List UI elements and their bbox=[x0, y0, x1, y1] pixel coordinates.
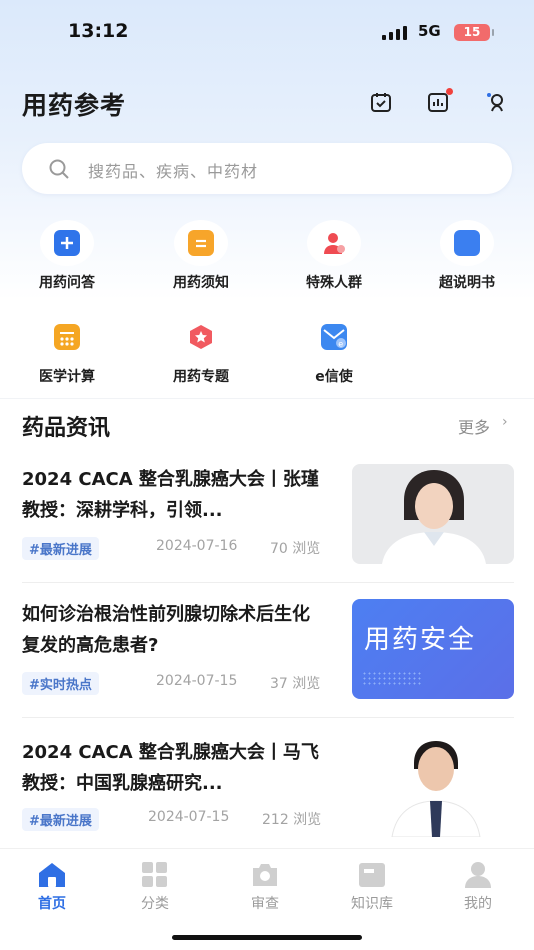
news-title: 2024 CACA 整合乳腺癌大会丨马飞教授：中国乳腺癌研究... bbox=[22, 742, 319, 794]
calendar-check-icon[interactable] bbox=[369, 90, 393, 114]
thumbnail-text: 用药安全 bbox=[364, 625, 477, 655]
section-title: 药品资讯 bbox=[22, 416, 111, 441]
grid-item-topic[interactable]: 用药专题 bbox=[146, 314, 256, 385]
topic-icon bbox=[188, 324, 214, 350]
decor-dots bbox=[362, 671, 422, 685]
grid-item-medication-qa[interactable]: 用药问答 bbox=[12, 220, 122, 291]
tab-label: 知识库 bbox=[351, 896, 393, 912]
grid-label: e信使 bbox=[315, 369, 353, 385]
news-title: 如何诊治根治性前列腺切除术后生化复发的高危患者? bbox=[22, 604, 310, 656]
chevron-right-icon: › bbox=[502, 414, 508, 430]
grid-item-medication-notice[interactable]: 用药须知 bbox=[146, 220, 256, 291]
tab-category[interactable]: 分类 bbox=[115, 861, 195, 913]
grid-label: 医学计算 bbox=[39, 369, 95, 385]
grid-label: 用药问答 bbox=[39, 275, 95, 291]
status-bar: 13:12 5G 15 bbox=[0, 0, 534, 64]
grid-item-e-messenger[interactable]: e e信使 bbox=[279, 314, 389, 385]
user-settings-icon[interactable] bbox=[484, 90, 508, 114]
news-item[interactable]: 2024 CACA 整合乳腺癌大会丨张瑾教授：深耕学科，引领... #最新进展 … bbox=[22, 464, 514, 582]
camera-icon bbox=[250, 861, 280, 889]
news-thumbnail[interactable] bbox=[352, 737, 514, 837]
news-date: 2024-07-16 bbox=[156, 538, 238, 554]
news-views: 212 浏览 bbox=[262, 812, 322, 828]
home-indicator bbox=[172, 935, 362, 940]
search-bar[interactable]: 搜药品、疾病、中药材 bbox=[22, 143, 512, 194]
grid-label: 超说明书 bbox=[439, 275, 495, 291]
search-icon bbox=[49, 159, 69, 179]
profile-icon bbox=[463, 861, 493, 889]
tab-label: 分类 bbox=[141, 896, 169, 912]
battery-icon: 15 bbox=[454, 24, 494, 41]
home-icon bbox=[37, 861, 67, 889]
divider bbox=[0, 398, 534, 399]
news-item[interactable]: 如何诊治根治性前列腺切除术后生化复发的高危患者? #实时热点 2024-07-1… bbox=[22, 599, 514, 717]
special-group-icon bbox=[321, 230, 347, 256]
news-views: 37 浏览 bbox=[270, 676, 321, 692]
category-icon bbox=[140, 861, 170, 889]
grid-item-special-group[interactable]: 特殊人群 bbox=[279, 220, 389, 291]
tab-label: 审查 bbox=[251, 896, 279, 912]
signal-icon bbox=[382, 26, 408, 40]
status-time: 13:12 bbox=[68, 20, 129, 42]
knowledge-icon bbox=[357, 861, 387, 889]
battery-level: 15 bbox=[463, 25, 481, 39]
news-item[interactable]: 2024 CACA 整合乳腺癌大会丨马飞教授：中国乳腺癌研究... #最新进展 … bbox=[22, 737, 514, 855]
news-thumbnail[interactable]: 用药安全 bbox=[352, 599, 514, 699]
divider bbox=[22, 582, 514, 583]
grid-label: 用药须知 bbox=[173, 275, 229, 291]
grid-item-off-label[interactable]: 超说明书 bbox=[412, 220, 522, 291]
news-title: 2024 CACA 整合乳腺癌大会丨张瑾教授：深耕学科，引领... bbox=[22, 469, 319, 521]
chart-icon[interactable] bbox=[426, 88, 453, 114]
news-tag[interactable]: #最新进展 bbox=[22, 808, 99, 831]
network-type: 5G bbox=[418, 22, 441, 40]
tab-review[interactable]: 审查 bbox=[225, 861, 305, 913]
grid-label: 特殊人群 bbox=[306, 275, 362, 291]
news-views: 70 浏览 bbox=[270, 541, 321, 557]
news-date: 2024-07-15 bbox=[148, 809, 230, 825]
medication-qa-icon bbox=[54, 230, 80, 256]
doctor-photo-icon bbox=[391, 741, 481, 837]
notification-dot bbox=[446, 88, 453, 95]
e-messenger-icon: e bbox=[321, 324, 347, 350]
off-label-icon bbox=[454, 230, 480, 256]
page-title: 用药参考 bbox=[22, 91, 127, 120]
grid-item-calculator[interactable]: 医学计算 bbox=[12, 314, 122, 385]
more-link[interactable]: 更多 bbox=[458, 414, 490, 438]
search-input[interactable]: 搜药品、疾病、中药材 bbox=[88, 158, 258, 182]
tab-label: 我的 bbox=[464, 896, 492, 912]
calculator-icon bbox=[54, 324, 80, 350]
medication-notice-icon bbox=[188, 230, 214, 256]
divider bbox=[22, 717, 514, 718]
news-thumbnail[interactable] bbox=[352, 464, 514, 564]
app-header: 用药参考 bbox=[0, 78, 534, 130]
tab-label: 首页 bbox=[38, 896, 66, 912]
news-tag[interactable]: #实时热点 bbox=[22, 672, 99, 695]
grid-label: 用药专题 bbox=[173, 369, 229, 385]
doctor-photo-icon bbox=[382, 470, 486, 564]
svg-text:e: e bbox=[338, 339, 343, 348]
tab-profile[interactable]: 我的 bbox=[438, 861, 518, 913]
tab-home[interactable]: 首页 bbox=[12, 861, 92, 913]
tab-knowledge[interactable]: 知识库 bbox=[332, 861, 412, 913]
news-date: 2024-07-15 bbox=[156, 673, 238, 689]
news-tag[interactable]: #最新进展 bbox=[22, 537, 99, 560]
